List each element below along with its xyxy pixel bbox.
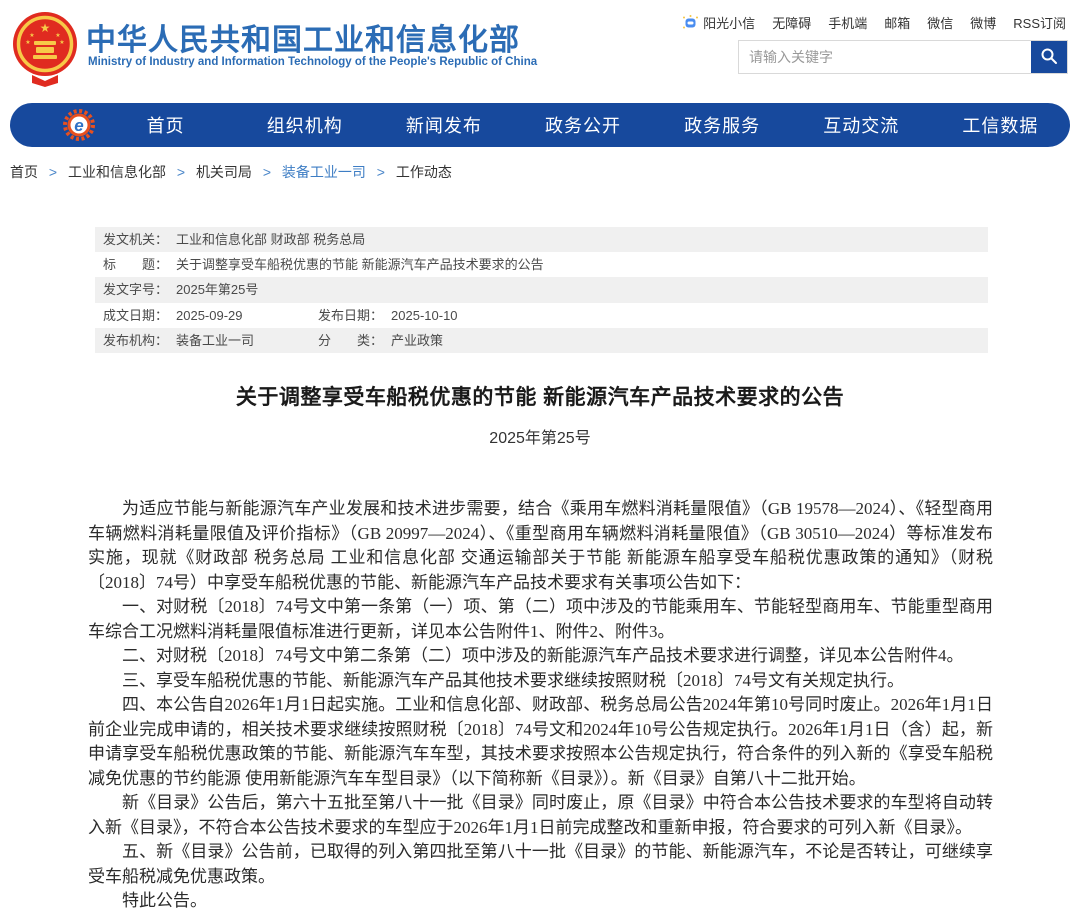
breadcrumb-link[interactable]: 机关司局 xyxy=(196,164,252,180)
breadcrumb-separator: > xyxy=(176,164,186,180)
document-paragraph: 新《目录》公告后，第六十五批至第八十一批《目录》同时废止，原《目录》中符合本公告… xyxy=(88,793,993,837)
utility-link[interactable]: 微博 xyxy=(970,13,996,32)
meta-row: 发布机构： 装备工业一司 分 类： 产业政策 xyxy=(95,327,988,353)
utility-link[interactable]: 邮箱 xyxy=(884,13,910,32)
svg-text:★: ★ xyxy=(55,32,60,39)
meta-label: 标 题： xyxy=(103,257,169,273)
nav-item[interactable]: 政务服务 xyxy=(653,112,792,138)
svg-text:★: ★ xyxy=(40,21,51,35)
meta-label: 发文字号： xyxy=(103,282,169,298)
document-number: 2025年第25号 xyxy=(489,430,591,447)
meta-row: 成文日期： 2025-09-29 发布日期： 2025-10-10 xyxy=(95,303,988,328)
svg-text:e: e xyxy=(74,116,83,135)
nav-item[interactable]: 首页 xyxy=(96,112,235,138)
meta-value: 关于调整享受车船税优惠的节能 新能源汽车产品技术要求的公告 xyxy=(176,257,544,273)
utility-link[interactable]: 无障碍 xyxy=(772,13,811,32)
nav-item[interactable]: 政务公开 xyxy=(513,112,652,138)
utility-link[interactable]: 阳光小信 xyxy=(682,13,755,32)
mascot-robot-icon xyxy=(682,14,699,31)
search-button[interactable] xyxy=(1031,41,1067,73)
national-emblem-icon: ★ ★ ★ ★ ★ xyxy=(12,11,78,87)
meta-value: 2025-09-29 xyxy=(176,307,243,323)
breadcrumb-item: 机关司局 > xyxy=(196,164,282,180)
breadcrumb-item: 首页 > xyxy=(10,164,68,180)
miit-gear-logo-icon: e xyxy=(62,108,96,142)
document-title: 关于调整享受车船税优惠的节能 新能源汽车产品技术要求的公告 xyxy=(235,386,845,409)
breadcrumb-item: 工业和信息化部 > xyxy=(68,164,196,180)
document-paragraph: 一、对财税〔2018〕74号文中第一条第（一）项、第（二）项中涉及的节能乘用车、… xyxy=(88,597,993,641)
main-nav: e 首页 组织机构 新闻发布 政务公开 政务服务 互动交流 工信数据 xyxy=(10,103,1070,147)
utility-link[interactable]: RSS订阅 xyxy=(1013,13,1066,32)
meta-value: 2025年第25号 xyxy=(176,282,259,298)
nav-items: 首页 组织机构 新闻发布 政务公开 政务服务 互动交流 工信数据 xyxy=(96,112,1070,138)
nav-item[interactable]: 互动交流 xyxy=(792,112,931,138)
document-body: 为适应节能与新能源汽车产业发展和技术进步需要，结合《乘用车燃料消耗量限值》（GB… xyxy=(88,497,993,914)
document-paragraph: 二、对财税〔2018〕74号文中第二条第（二）项中涉及的新能源汽车产品技术要求进… xyxy=(122,646,964,665)
utility-link[interactable]: 手机端 xyxy=(828,13,867,32)
nav-item[interactable]: 新闻发布 xyxy=(374,112,513,138)
meta-label: 成文日期： xyxy=(103,307,169,323)
meta-label-2: 发布日期： xyxy=(318,307,384,323)
breadcrumb-separator: > xyxy=(262,164,272,180)
document-paragraph: 特此公告。 xyxy=(122,891,207,910)
document-paragraph: 为适应节能与新能源汽车产业发展和技术进步需要，结合《乘用车燃料消耗量限值》（GB… xyxy=(88,499,993,592)
meta-row: 发文字号： 2025年第25号 xyxy=(95,277,988,303)
svg-text:★: ★ xyxy=(59,39,64,46)
nav-item[interactable]: 组织机构 xyxy=(235,112,374,138)
breadcrumb-link[interactable]: 装备工业一司 xyxy=(282,164,366,180)
search-input[interactable] xyxy=(739,41,1031,73)
svg-text:★: ★ xyxy=(25,39,30,46)
meta-row: 发文机关： 工业和信息化部 财政部 税务总局 xyxy=(95,227,988,253)
meta-value: 工业和信息化部 财政部 税务总局 xyxy=(176,232,366,247)
breadcrumb-link[interactable]: 首页 xyxy=(10,164,38,180)
meta-label-2: 分 类： xyxy=(318,332,384,348)
meta-label: 发布机构： xyxy=(103,332,169,348)
svg-text:★: ★ xyxy=(29,32,34,39)
document-paragraph: 五、新《目录》公告前，已取得的列入第四批至第八十一批《目录》的节能、新能源汽车，… xyxy=(88,842,993,886)
search-bar xyxy=(738,40,1068,74)
document-paragraph: 三、享受车船税优惠的节能、新能源汽车产品其他技术要求继续按照财税〔2018〕74… xyxy=(122,670,904,690)
document-meta-table: 发文机关： 工业和信息化部 财政部 税务总局 标 题： 关于调整享受车船税优惠的… xyxy=(95,227,988,353)
breadcrumb-link[interactable]: 工业和信息化部 xyxy=(68,164,166,180)
site-title: 中华人民共和国工业和信息化部 xyxy=(86,24,520,57)
nav-item[interactable]: 工信数据 xyxy=(931,112,1070,138)
utility-links: 阳光小信 无障碍 手机端 邮箱 微信 微博 RSS订阅 xyxy=(682,13,1066,32)
site-subtitle-en: Ministry of Industry and Information Tec… xyxy=(88,56,538,68)
utility-link[interactable]: 微信 xyxy=(927,13,953,32)
document-paragraph: 四、本公告自2026年1月1日起实施。工业和信息化部、财政部、税务总局公告202… xyxy=(88,695,993,788)
breadcrumb-item: 装备工业一司 > xyxy=(282,164,396,180)
breadcrumb-separator: > xyxy=(376,164,385,180)
breadcrumb-separator: > xyxy=(48,164,58,180)
breadcrumb: 首页 > 工业和信息化部 > 机关司局 > 装备工业一司 > 工作动态 xyxy=(10,162,466,182)
site-header: ★ ★ ★ ★ ★ 中华人民共和国工业和信息化部 Ministry of Ind… xyxy=(0,0,1080,100)
breadcrumb-item: 工作动态 xyxy=(396,164,466,180)
meta-value-2: 2025-10-10 xyxy=(391,307,458,323)
search-icon xyxy=(1040,47,1058,68)
meta-value: 装备工业一司 xyxy=(176,332,255,348)
meta-row: 标 题： 关于调整享受车船税优惠的节能 新能源汽车产品技术要求的公告 xyxy=(95,252,988,277)
meta-label: 发文机关： xyxy=(103,232,169,247)
breadcrumb-link[interactable]: 工作动态 xyxy=(396,164,452,180)
meta-value-2: 产业政策 xyxy=(391,332,444,348)
